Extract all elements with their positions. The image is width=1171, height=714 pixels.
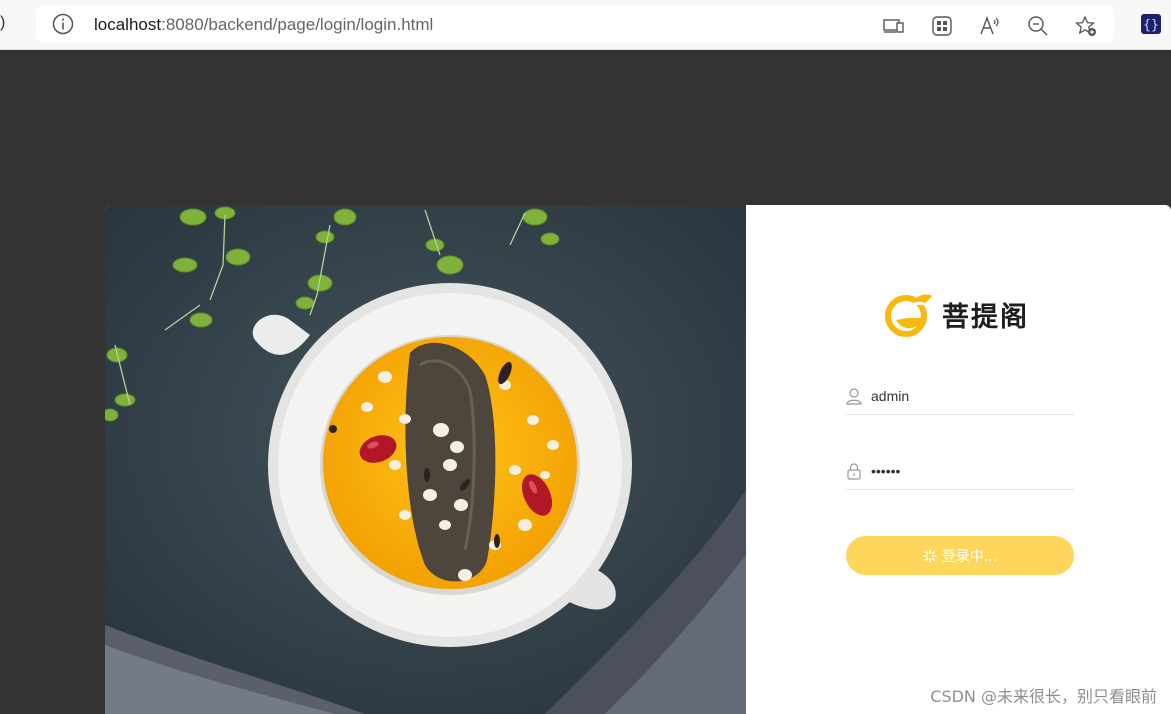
- password-field: [845, 456, 1074, 490]
- device-icon[interactable]: [882, 14, 906, 38]
- loading-spinner-icon: [923, 548, 937, 563]
- user-icon: [846, 388, 862, 405]
- zoom-out-icon[interactable]: [1026, 14, 1050, 38]
- url-path: :8080/backend/page/login/login.html: [161, 15, 434, 34]
- watermark: CSDN @未来很长，别只看眼前: [930, 687, 1157, 706]
- lock-icon: [847, 463, 861, 480]
- login-button[interactable]: 登录中...: [846, 536, 1074, 575]
- login-card: 菩提阁 admin •••••• 登录中... CSDN @未来很长，别只看眼前: [105, 205, 1171, 714]
- tab-edge: ): [0, 14, 6, 31]
- url-host: localhost: [94, 15, 162, 34]
- food-photo: [105, 205, 746, 714]
- info-icon[interactable]: [52, 13, 74, 35]
- read-aloud-icon[interactable]: [978, 14, 1002, 38]
- address-bar[interactable]: localhost:8080/backend/page/login/login.…: [36, 5, 1114, 43]
- browser-toolbar: ) localhost:8080/backend/page/login/logi…: [0, 0, 1171, 50]
- svg-text:{}: {}: [1143, 18, 1159, 33]
- password-input[interactable]: [871, 458, 1067, 484]
- brand-logo-icon: [885, 294, 932, 337]
- url-text[interactable]: localhost:8080/backend/page/login/login.…: [94, 15, 433, 35]
- login-panel: 菩提阁 admin •••••• 登录中... CSDN @未来很长，别只看眼前: [746, 205, 1171, 714]
- favorite-icon[interactable]: [1074, 14, 1098, 38]
- qr-icon[interactable]: [930, 14, 954, 38]
- login-button-label: 登录中...: [941, 548, 998, 565]
- brand-name: 菩提阁: [942, 302, 1029, 333]
- username-input[interactable]: [871, 383, 1067, 409]
- brand-logo: 菩提阁: [884, 287, 1044, 343]
- extension-icon[interactable]: {}: [1140, 13, 1162, 35]
- username-field: [845, 381, 1074, 415]
